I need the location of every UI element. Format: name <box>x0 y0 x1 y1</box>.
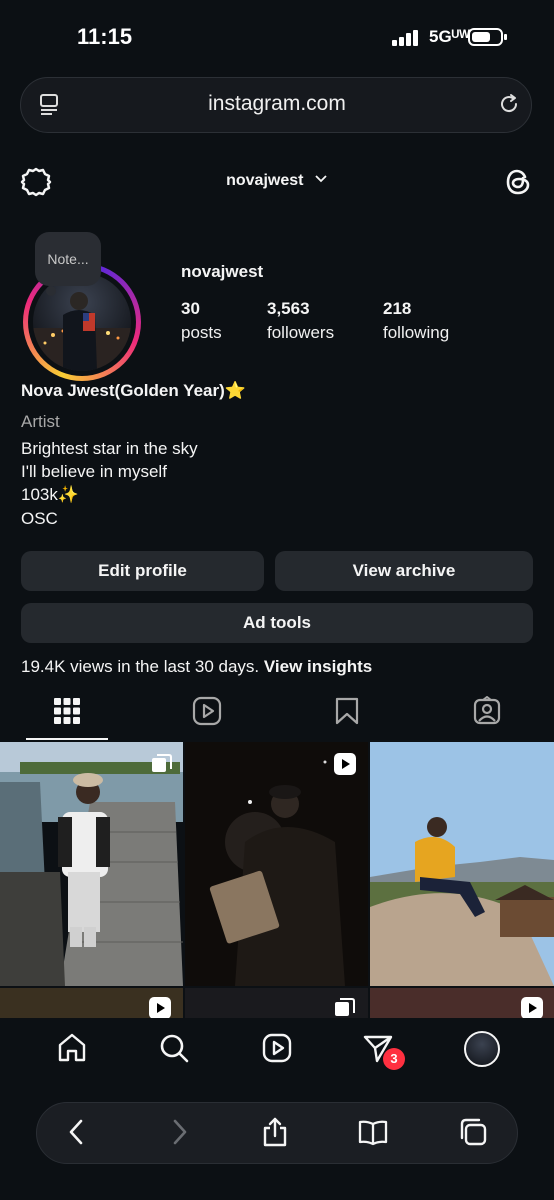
ad-tools-button[interactable]: Ad tools <box>21 603 533 643</box>
reels-icon[interactable] <box>261 1032 293 1064</box>
bio-line: 103k✨ <box>21 485 80 504</box>
active-tab-indicator <box>26 738 108 740</box>
header-username: novajwest <box>226 172 304 189</box>
bio-line: I'll believe in myself <box>21 462 167 481</box>
followers-label[interactable]: followers <box>267 323 334 343</box>
tagged-tab-icon[interactable] <box>472 696 502 726</box>
network-label: 5Gᵁᵂ <box>429 27 470 46</box>
grid-post[interactable] <box>370 988 554 1018</box>
battery-icon <box>468 28 507 46</box>
tabs-icon[interactable] <box>458 1117 488 1147</box>
insights-summary: 19.4K views in the last 30 days. View in… <box>21 657 372 677</box>
search-icon[interactable] <box>158 1032 190 1064</box>
threads-icon[interactable] <box>502 166 534 198</box>
reel-icon <box>149 997 171 1018</box>
insights-text: 19.4K views in the last 30 days. <box>21 657 260 676</box>
following-count[interactable]: 218 <box>383 299 411 319</box>
profile-username: novajwest <box>181 262 264 281</box>
note-bubble[interactable]: Note... <box>35 232 101 286</box>
grid-post[interactable] <box>185 742 368 986</box>
grid-post[interactable] <box>0 988 183 1018</box>
carousel-icon <box>335 998 355 1016</box>
following-label[interactable]: following <box>383 323 449 343</box>
full-name: Nova Jwest(Golden Year)⭐ <box>21 381 246 400</box>
posts-label[interactable]: posts <box>181 323 222 343</box>
category-label: Artist <box>21 412 60 431</box>
bio-line: OSC <box>21 509 58 528</box>
view-insights-link[interactable]: View insights <box>264 657 372 676</box>
home-icon[interactable] <box>56 1032 88 1064</box>
carousel-icon <box>152 754 172 772</box>
grid-post[interactable] <box>370 742 554 986</box>
reels-tab-icon[interactable] <box>192 696 222 726</box>
view-archive-button[interactable]: View archive <box>275 551 533 591</box>
back-icon[interactable] <box>62 1117 92 1147</box>
grid-post[interactable] <box>0 742 183 986</box>
grid-tab-icon[interactable] <box>52 696 82 726</box>
grid-post[interactable] <box>185 988 368 1018</box>
bio-line: Brightest star in the sky <box>21 439 198 458</box>
bookmarks-icon[interactable] <box>358 1117 388 1147</box>
notification-badge: 3 <box>383 1048 405 1070</box>
chevron-down-icon <box>315 175 327 183</box>
posts-count[interactable]: 30 <box>181 299 200 319</box>
status-time: 11:15 <box>77 24 133 49</box>
reel-icon <box>521 997 543 1018</box>
reload-icon[interactable] <box>497 92 521 116</box>
signal-icon <box>392 30 418 46</box>
saved-tab-icon[interactable] <box>332 696 362 726</box>
reel-icon <box>334 753 356 775</box>
profile-nav-avatar[interactable] <box>464 1031 500 1067</box>
account-switcher[interactable]: novajwest <box>0 172 554 190</box>
url-text[interactable]: instagram.com <box>0 92 554 116</box>
edit-profile-button[interactable]: Edit profile <box>21 551 264 591</box>
share-icon[interactable] <box>260 1117 290 1147</box>
forward-icon[interactable] <box>164 1117 194 1147</box>
followers-count[interactable]: 3,563 <box>267 299 310 319</box>
